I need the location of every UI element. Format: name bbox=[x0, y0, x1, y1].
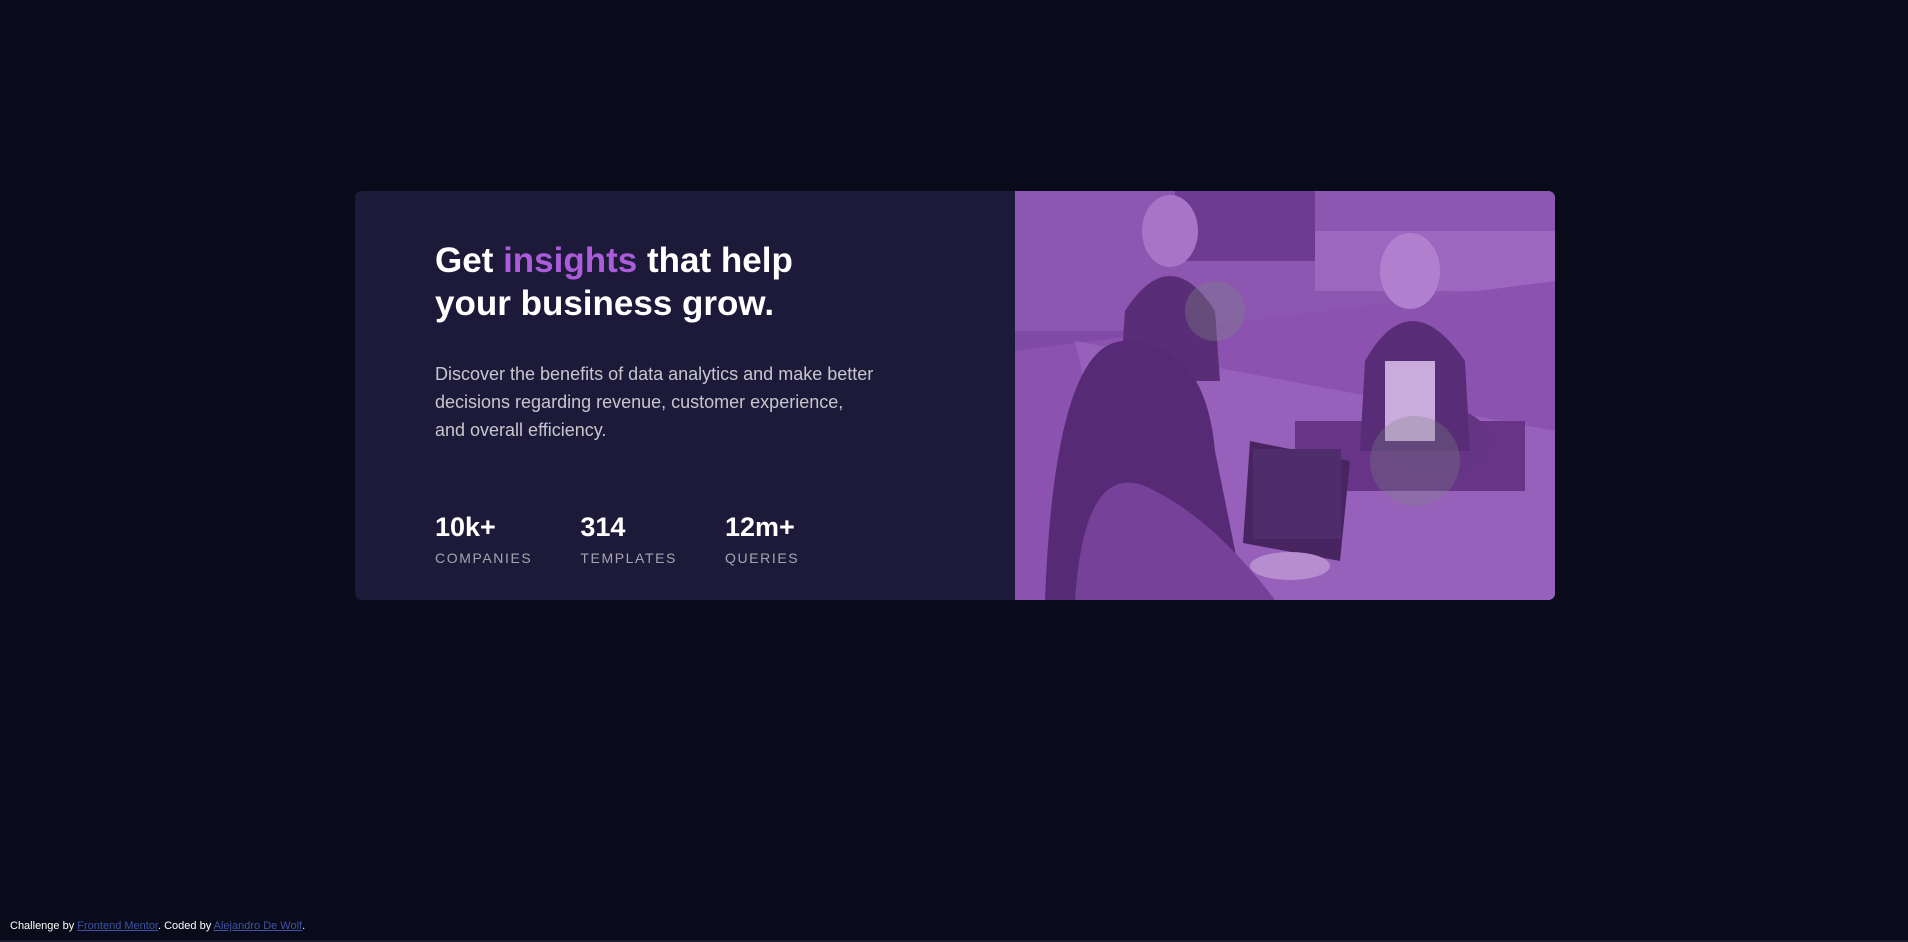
stat-label: TEMPLATES bbox=[580, 550, 677, 566]
stat-value: 314 bbox=[580, 512, 626, 542]
attribution-footer: Challenge by Frontend Mentor. Coded by A… bbox=[10, 920, 305, 932]
stats-row: 10k+ COMPANIES 314 TEMPLATES 12m+ QUERIE… bbox=[435, 512, 1015, 566]
frontend-mentor-link[interactable]: Frontend Mentor bbox=[77, 920, 158, 932]
stats-preview-card: Get insights that help your business gro… bbox=[355, 191, 1555, 600]
challenge-prefix: Challenge by bbox=[10, 920, 78, 932]
headline: Get insights that help your business gro… bbox=[435, 239, 835, 325]
stat-templates: 314 TEMPLATES bbox=[580, 512, 677, 566]
stat-queries: 12m+ QUERIES bbox=[725, 512, 799, 566]
headline-start: Get bbox=[435, 241, 504, 280]
stat-value: 10k+ bbox=[435, 512, 496, 542]
headline-accent: insights bbox=[503, 241, 638, 280]
office-photo bbox=[1015, 191, 1555, 600]
coded-prefix: . Coded by bbox=[158, 920, 214, 932]
stat-label: COMPANIES bbox=[435, 550, 533, 566]
author-link[interactable]: Alejandro De Wolf bbox=[214, 920, 302, 932]
office-photo-illustration bbox=[1015, 191, 1555, 600]
page: Get insights that help your business gro… bbox=[0, 0, 1908, 942]
footer-suffix: . bbox=[302, 920, 306, 932]
description: Discover the benefits of data analytics … bbox=[435, 364, 874, 440]
card-content: Get insights that help your business gro… bbox=[355, 191, 1015, 600]
stat-value: 12m+ bbox=[724, 512, 795, 542]
stat-label: QUERIES bbox=[724, 550, 800, 566]
stat-companies: 10k+ COMPANIES bbox=[435, 512, 532, 566]
